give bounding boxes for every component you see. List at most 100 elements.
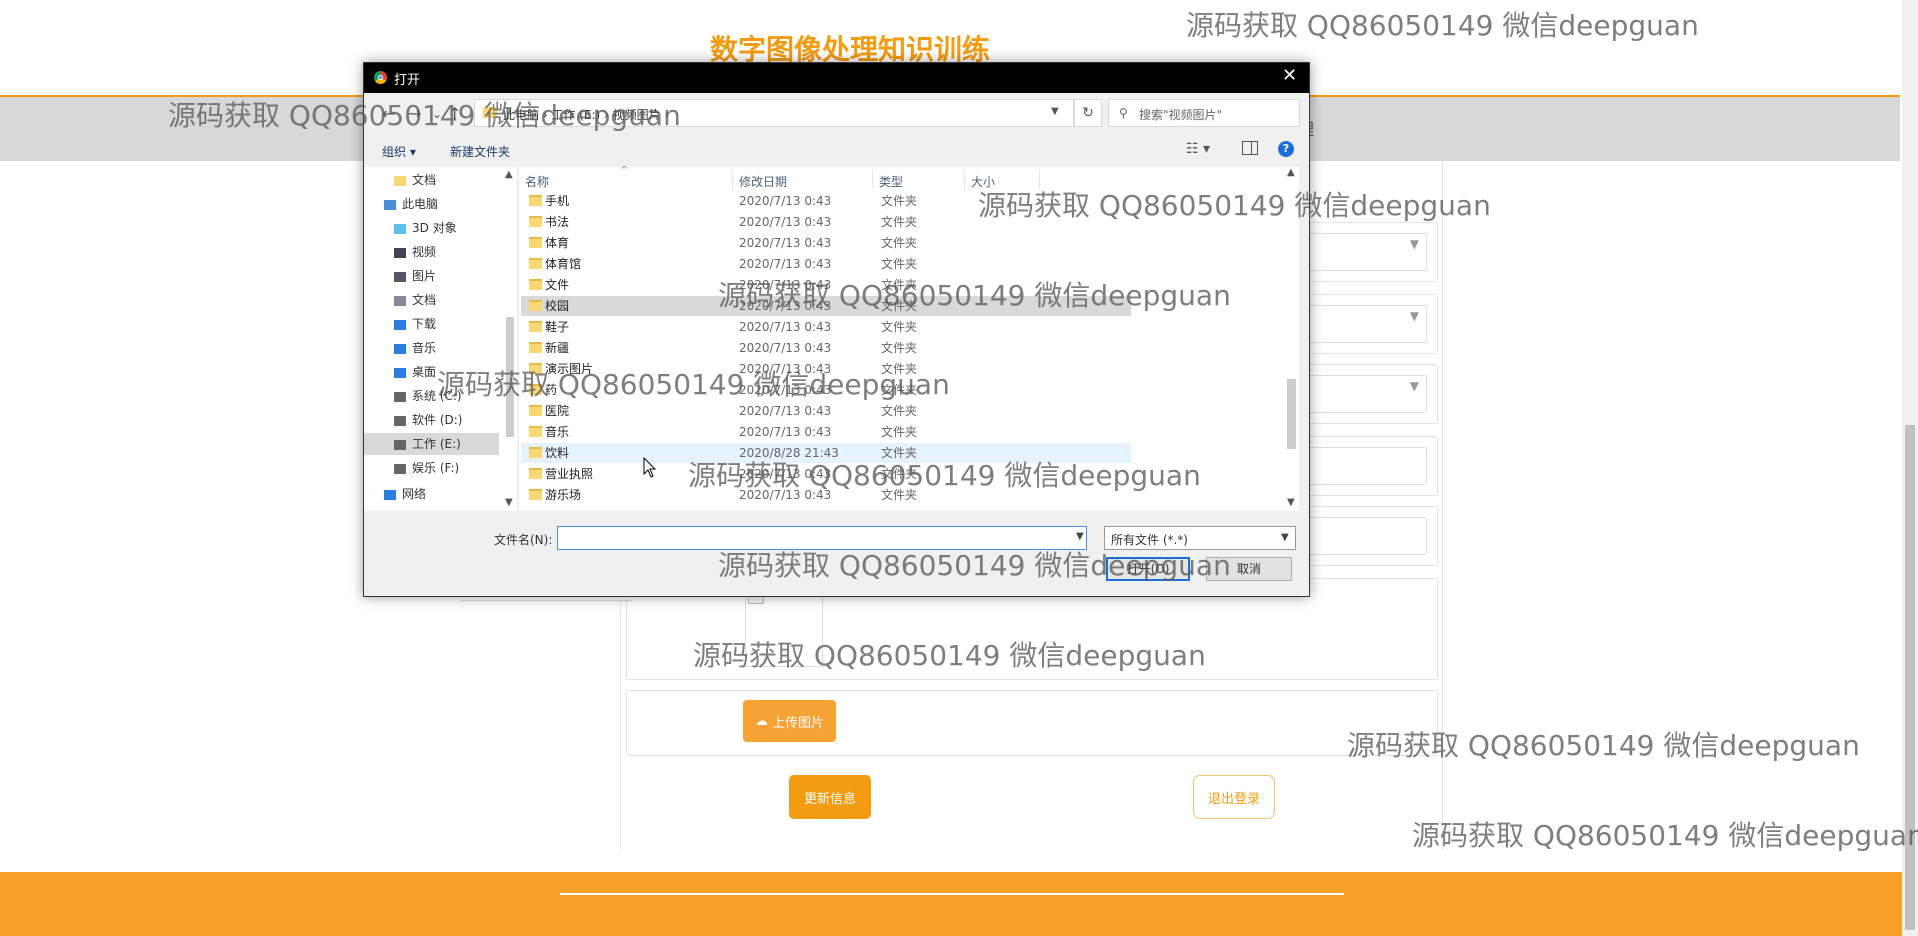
file-type: 文件夹: [881, 341, 918, 355]
list-item[interactable]: 鞋子 2020/7/13 0:43 文件夹: [521, 317, 1131, 337]
nav-item[interactable]: 图片: [394, 265, 436, 287]
chevron-down-icon: ▼: [1281, 532, 1289, 543]
nav-item-label: 音乐: [412, 341, 437, 355]
dialog-titlebar[interactable]: 打开 ✕: [364, 63, 1309, 93]
file-name: 鞋子: [545, 320, 570, 334]
watermark-text: 源码获取 QQ86050149 微信deepguan: [718, 279, 1231, 312]
column-separator: [964, 169, 965, 189]
update-info-button[interactable]: 更新信息: [789, 775, 871, 819]
file-name: 游乐场: [545, 488, 582, 502]
download-icon: [394, 319, 406, 330]
folder-icon: [529, 279, 542, 290]
folder-icon: [529, 468, 542, 479]
nav-item[interactable]: 音乐: [394, 337, 436, 359]
folder-icon: [529, 300, 542, 311]
open-file-dialog: 打开 ✕ ← → ⌄ ↑ 此电脑 › 工作 (E:) › 视频图片 › ▼ ↻ …: [363, 62, 1310, 597]
chevron-down-icon: ▼: [1409, 309, 1419, 323]
scroll-up-icon[interactable]: ▲: [505, 169, 513, 180]
folder-icon: [529, 237, 542, 248]
watermark-text: 源码获取 QQ86050149 微信deepguan: [1412, 819, 1918, 852]
nav-item[interactable]: 网络: [384, 483, 426, 505]
file-name: 医院: [545, 404, 570, 418]
watermark-text: 源码获取 QQ86050149 微信deepguan: [693, 639, 1206, 672]
view-options-icon[interactable]: ☷ ▾: [1186, 141, 1210, 157]
new-folder-button[interactable]: 新建文件夹: [450, 143, 510, 160]
nav-item[interactable]: 下载: [394, 313, 436, 335]
file-date: 2020/7/13 0:43: [739, 257, 832, 271]
nav-item[interactable]: 此电脑: [384, 193, 438, 215]
help-icon[interactable]: ?: [1278, 141, 1294, 157]
nav-item-label: 视频: [412, 245, 437, 259]
folder-icon: [529, 405, 542, 416]
file-type: 文件夹: [881, 404, 918, 418]
drive-icon: [394, 463, 406, 474]
column-header-name[interactable]: 名称: [525, 173, 549, 190]
nav-item[interactable]: 3D 对象: [394, 217, 457, 239]
nav-item[interactable]: 娱乐 (F:): [394, 457, 459, 479]
nav-item[interactable]: 工作 (E:): [364, 433, 499, 455]
folder-icon: [529, 426, 542, 437]
preview-pane-icon[interactable]: [1242, 141, 1258, 155]
scroll-down-icon[interactable]: ▼: [505, 497, 513, 508]
logout-button[interactable]: 退出登录: [1193, 775, 1275, 819]
file-name: 饮料: [545, 446, 570, 460]
file-name: 体育: [545, 236, 570, 250]
scroll-up-icon[interactable]: ▲: [1287, 167, 1295, 178]
filename-label: 文件名(N):: [494, 533, 553, 547]
nav-item[interactable]: 桌面: [394, 361, 436, 383]
file-name: 营业执照: [545, 467, 594, 481]
upload-image-button[interactable]: ☁ 上传图片: [743, 700, 836, 742]
column-header-date[interactable]: 修改日期: [739, 173, 787, 190]
column-separator: [872, 169, 873, 189]
mouse-cursor-icon: [643, 457, 657, 478]
list-item[interactable]: 体育 2020/7/13 0:43 文件夹: [521, 233, 1131, 253]
nav-item-label: 网络: [402, 487, 427, 501]
page-scrollbar-thumb[interactable]: [1905, 425, 1915, 930]
nav-item-label: 图片: [412, 269, 437, 283]
file-list-scrollbar-thumb[interactable]: [1287, 379, 1296, 449]
file-date: 2020/7/13 0:43: [739, 194, 832, 208]
drive-icon: [394, 415, 406, 426]
folder-icon: [529, 447, 542, 458]
drive-icon: [394, 391, 406, 402]
nav-item[interactable]: 视频: [394, 241, 436, 263]
list-item[interactable]: 新疆 2020/7/13 0:43 文件夹: [521, 338, 1131, 358]
nav-item-label: 文档: [412, 173, 437, 187]
nav-item-label: 3D 对象: [412, 221, 457, 235]
file-date: 2020/7/13 0:43: [739, 320, 832, 334]
network-icon: [384, 489, 396, 500]
scroll-down-icon[interactable]: ▼: [1287, 497, 1295, 508]
search-input[interactable]: ⚲ 搜索"视频图片": [1108, 99, 1300, 127]
document-icon: [394, 295, 406, 306]
nav-item-label: 此电脑: [402, 197, 439, 211]
nav-item[interactable]: 文档: [394, 289, 436, 311]
chevron-down-icon[interactable]: ▼: [1076, 531, 1084, 542]
watermark-text: 源码获取 QQ86050149 微信deepguan: [718, 549, 1231, 582]
dialog-title: 打开: [394, 73, 421, 88]
search-icon: ⚲: [1119, 106, 1128, 120]
close-icon[interactable]: ✕: [1282, 65, 1297, 86]
watermark-text: 源码获取 QQ86050149 微信deepguan: [1347, 729, 1860, 762]
refresh-button[interactable]: ↻: [1074, 99, 1102, 127]
file-date: 2020/7/13 0:43: [739, 341, 832, 355]
drive-icon: [394, 439, 406, 450]
file-name: 书法: [545, 215, 570, 229]
file-name: 体育馆: [545, 257, 582, 271]
nav-item[interactable]: 文档: [394, 169, 436, 191]
content-border: [620, 600, 621, 850]
cloud-upload-icon: ☁: [754, 713, 768, 729]
file-type: 文件夹: [881, 236, 918, 250]
list-item[interactable]: 医院 2020/7/13 0:43 文件夹: [521, 401, 1131, 421]
list-item[interactable]: 体育馆 2020/7/13 0:43 文件夹: [521, 254, 1131, 274]
chevron-down-icon[interactable]: ▼: [1051, 106, 1059, 117]
column-header-type[interactable]: 类型: [879, 173, 903, 190]
folder-icon: [529, 258, 542, 269]
nav-item-label: 娱乐 (F:): [412, 461, 460, 475]
desktop-icon: [394, 367, 406, 378]
organize-menu[interactable]: 组织 ▾: [382, 143, 416, 160]
nav-item[interactable]: 软件 (D:): [394, 409, 462, 431]
video-icon: [394, 247, 406, 258]
list-item[interactable]: 音乐 2020/7/13 0:43 文件夹: [521, 422, 1131, 442]
file-type: 文件夹: [881, 215, 918, 229]
chrome-icon: [374, 71, 387, 84]
